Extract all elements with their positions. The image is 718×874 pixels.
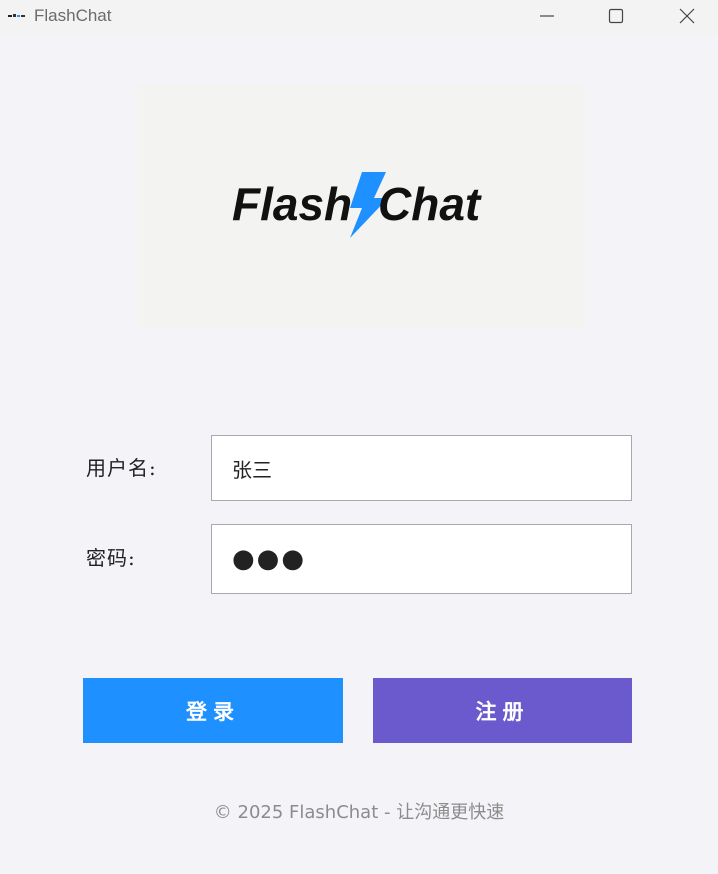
title-bar: FlashChat (0, 0, 718, 36)
username-label: 用户名: (86, 456, 157, 480)
window-title: FlashChat (34, 6, 112, 25)
app-icon (8, 14, 25, 17)
register-button[interactable]: 注册 (373, 678, 632, 743)
close-icon (679, 8, 695, 24)
footer-copyright: © 2025 FlashChat - 让沟通更快速 (213, 802, 505, 823)
username-input[interactable] (211, 435, 632, 501)
close-button[interactable] (664, 0, 710, 32)
logo-text-flash: Flash (232, 178, 352, 230)
maximize-icon (608, 8, 624, 24)
password-input[interactable] (211, 524, 632, 594)
flashchat-logo: Flash Chat (232, 172, 482, 238)
password-label: 密码: (86, 546, 136, 570)
minimize-icon (540, 15, 554, 17)
maximize-button[interactable] (593, 0, 639, 32)
login-button[interactable]: 登录 (83, 678, 343, 743)
logo-text-chat: Chat (378, 178, 482, 230)
minimize-button[interactable] (524, 0, 570, 32)
